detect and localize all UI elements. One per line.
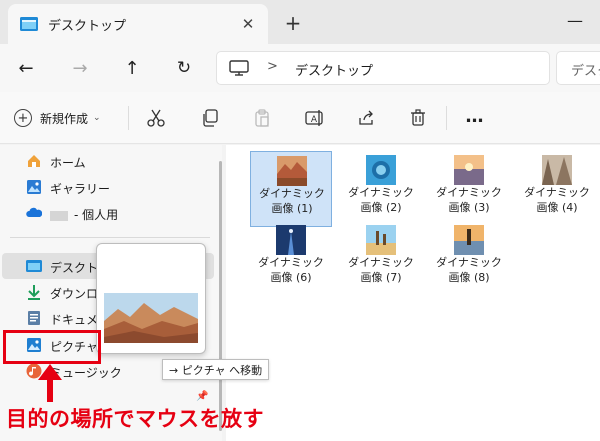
image-thumbnail	[276, 225, 306, 255]
toolbar-divider	[128, 106, 129, 130]
svg-text:A: A	[311, 115, 318, 125]
minimize-button[interactable]: —	[560, 6, 590, 34]
tab-strip: デスクトップ ✕ + —	[0, 0, 600, 44]
delete-icon[interactable]	[406, 106, 430, 130]
copy-icon[interactable]	[198, 106, 222, 130]
dragged-image-thumbnail	[104, 293, 198, 343]
tab-desktop[interactable]: デスクトップ ✕	[8, 4, 268, 44]
address-row: ← → ↑ ↻ > デスクトップ デスクトップの検索	[0, 44, 600, 92]
address-bar[interactable]: > デスクトップ	[216, 51, 550, 85]
file-name: ダイナミック 画像 (8)	[436, 256, 502, 284]
file-item[interactable]: ダイナミック 画像 (4)	[516, 151, 598, 227]
image-thumbnail	[366, 155, 396, 185]
sidebar-item-home[interactable]: ホーム	[0, 148, 212, 174]
image-thumbnail	[366, 225, 396, 255]
drag-preview	[96, 243, 206, 354]
close-tab-icon[interactable]: ✕	[236, 12, 260, 36]
file-name: ダイナミック 画像 (1)	[259, 187, 325, 215]
cut-icon[interactable]	[144, 106, 168, 130]
file-name: ダイナミック 画像 (3)	[436, 186, 502, 214]
highlight-frame	[3, 330, 101, 364]
file-name: ダイナミック 画像 (4)	[524, 186, 590, 214]
file-item[interactable]: ダイナミック 画像 (2)	[340, 151, 422, 227]
more-options-icon[interactable]: …	[460, 104, 490, 128]
pin-icon: 📌	[196, 391, 209, 402]
back-button[interactable]: ←	[12, 54, 40, 82]
sidebar-item-gallery[interactable]: ギャラリー	[0, 174, 212, 200]
new-button-label: 新規作成	[40, 111, 89, 126]
search-placeholder: デスクトップの検索	[571, 64, 600, 79]
breadcrumb-chevron: >	[267, 59, 278, 74]
redacted-name	[50, 210, 68, 221]
forward-button[interactable]: →	[66, 54, 94, 82]
tab-title: デスクトップ	[48, 19, 127, 34]
file-item[interactable]: ダイナミック 画像 (6)	[250, 221, 332, 297]
desktop-icon	[26, 260, 42, 272]
sidebar-scrollbar[interactable]	[219, 161, 222, 431]
image-thumbnail	[542, 155, 572, 185]
home-icon	[28, 155, 40, 167]
new-button[interactable]: + 新規作成 ⌄	[14, 106, 101, 130]
sidebar-item-onedrive[interactable]: - 個人用	[0, 200, 212, 226]
arrow-shaft	[47, 368, 53, 402]
documents-icon	[28, 311, 40, 325]
new-tab-button[interactable]: +	[280, 10, 306, 36]
gallery-icon	[27, 180, 41, 194]
refresh-button[interactable]: ↻	[170, 54, 198, 82]
share-icon[interactable]	[354, 106, 378, 130]
sidebar-divider	[10, 237, 210, 238]
sidebar-item-label: ギャラリー	[50, 182, 111, 196]
file-item[interactable]: ダイナミック 画像 (1)	[250, 151, 332, 227]
drop-target-tooltip: → ピクチャ へ移動	[162, 359, 270, 380]
file-list: ダイナミック 画像 (1) ダイナミック 画像 (2) ダイナミック 画像 (3) ダ…	[226, 145, 600, 441]
file-name: ダイナミック 画像 (6)	[258, 256, 324, 284]
breadcrumb-current[interactable]: デスクトップ	[295, 60, 373, 79]
instruction-caption: 目的の場所でマウスを放す	[6, 407, 264, 431]
file-item[interactable]: ダイナミック 画像 (8)	[428, 221, 510, 297]
search-input[interactable]: デスクトップの検索	[556, 51, 600, 85]
chevron-down-icon: ⌄	[93, 113, 101, 123]
download-icon	[28, 285, 40, 300]
rename-icon[interactable]: A	[302, 106, 326, 130]
toolbar-divider	[446, 106, 447, 130]
paste-icon[interactable]	[250, 106, 274, 130]
computer-icon	[229, 60, 249, 76]
up-button[interactable]: ↑	[118, 54, 146, 82]
plus-circle-icon: +	[14, 109, 32, 127]
file-name: ダイナミック 画像 (2)	[348, 186, 414, 214]
desktop-folder-icon	[20, 17, 38, 31]
file-name: ダイナミック 画像 (7)	[348, 256, 414, 284]
image-thumbnail	[454, 155, 484, 185]
sidebar-item-label: - 個人用	[50, 206, 118, 223]
image-thumbnail	[277, 156, 307, 186]
file-item[interactable]: ダイナミック 画像 (7)	[340, 221, 422, 297]
file-item[interactable]: ダイナミック 画像 (3)	[428, 151, 510, 227]
onedrive-icon	[26, 207, 42, 217]
sidebar-item-label: ホーム	[50, 156, 86, 170]
command-bar: + 新規作成 ⌄ A …	[0, 92, 600, 144]
image-thumbnail	[454, 225, 484, 255]
